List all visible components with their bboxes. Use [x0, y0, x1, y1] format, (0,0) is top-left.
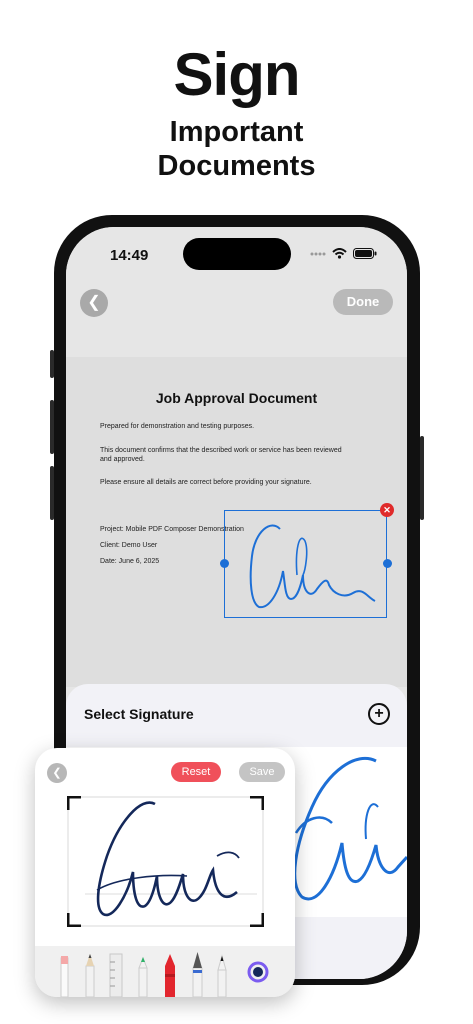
canvas-frame — [66, 795, 265, 928]
plus-circle-icon: + — [374, 705, 384, 722]
pad-back-button[interactable]: ❮ — [47, 763, 67, 783]
ink-pen-icon[interactable] — [217, 954, 227, 997]
pencil-icon[interactable] — [85, 954, 95, 997]
wifi-icon — [332, 248, 347, 259]
power-button — [420, 436, 424, 520]
chevron-left-icon: ❮ — [87, 294, 101, 311]
hero-subtitle: Important Documents — [0, 115, 473, 183]
back-button[interactable]: ❮ — [80, 289, 108, 317]
document-title: Job Approval Document — [155, 390, 318, 406]
drawing-canvas[interactable] — [66, 795, 265, 928]
hero-title: Sign — [173, 41, 301, 108]
dynamic-island — [183, 238, 291, 270]
ruler-icon[interactable] — [109, 953, 123, 997]
delete-signature-button[interactable]: ✕ — [380, 503, 394, 517]
hero-subtitle-line2: Documents — [157, 150, 316, 182]
document-paragraph: Prepared for demonstration and testing p… — [100, 423, 255, 430]
resize-handle-left[interactable] — [220, 559, 229, 568]
chevron-left-icon: ❮ — [52, 767, 62, 779]
status-time: 14:49 — [110, 247, 149, 264]
drawing-toolbar — [35, 946, 295, 997]
eraser-icon[interactable] — [60, 956, 69, 997]
signal-icon — [310, 252, 326, 255]
status-icons — [310, 248, 377, 259]
tool-palette — [60, 952, 269, 997]
reset-button[interactable]: Reset — [171, 762, 221, 782]
nav-bar: 14:49 ❮ Done — [66, 227, 407, 357]
signature-stroke — [249, 524, 376, 609]
document-paragraph: Please ensure all details are correct be… — [100, 479, 312, 486]
battery-icon — [353, 248, 377, 259]
color-picker-icon[interactable] — [247, 961, 269, 983]
green-marker-icon[interactable] — [138, 956, 148, 997]
fountain-pen-icon[interactable] — [192, 952, 203, 997]
placed-signature[interactable] — [224, 510, 387, 618]
red-crayon-icon[interactable] — [165, 954, 175, 997]
sheet-title: Select Signature — [84, 706, 194, 722]
hero-subtitle-line1: Important — [169, 116, 304, 148]
signature-pad-card: ❮ Reset Save — [35, 748, 295, 997]
add-signature-button[interactable]: + — [368, 703, 390, 725]
save-button[interactable]: Save — [239, 762, 285, 782]
document-paragraph: This document confirms that the describe… — [100, 447, 342, 463]
done-button[interactable]: Done — [333, 289, 393, 315]
resize-handle-right[interactable] — [383, 559, 392, 568]
